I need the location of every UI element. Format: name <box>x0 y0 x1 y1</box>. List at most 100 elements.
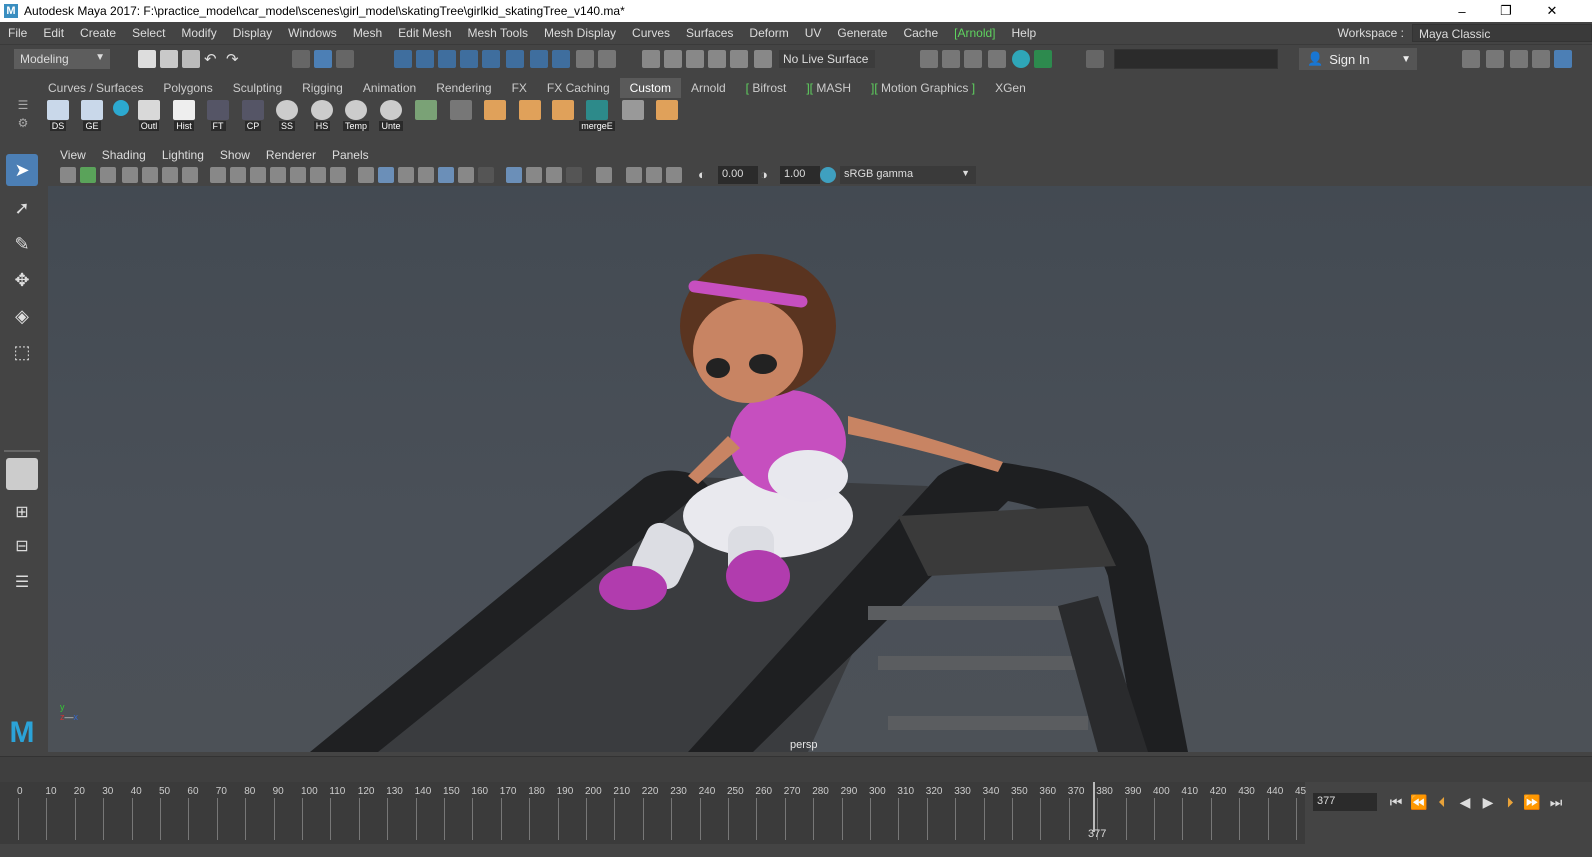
play-forwards-icon[interactable]: ▶ <box>1478 792 1498 812</box>
field-chart-icon[interactable] <box>290 167 306 183</box>
construction-history-icon[interactable] <box>642 50 660 68</box>
rotate-tool-icon[interactable]: ◈ <box>6 300 38 332</box>
playhead[interactable] <box>1093 782 1095 832</box>
resolution-gate-icon[interactable] <box>250 167 266 183</box>
restore-button[interactable]: ❐ <box>1484 0 1528 22</box>
current-frame-field[interactable]: 377 <box>1313 793 1377 811</box>
tab-polygons[interactable]: Polygons <box>153 78 222 98</box>
xray-components-icon[interactable] <box>546 167 562 183</box>
step-forward-key-icon[interactable]: ⏩ <box>1522 792 1542 812</box>
menu-help[interactable]: Help <box>1004 26 1045 40</box>
shadows-icon[interactable] <box>458 167 474 183</box>
step-back-key-icon[interactable]: ⏪ <box>1409 792 1429 812</box>
select-hierarchy-icon[interactable] <box>292 50 310 68</box>
menu-select[interactable]: Select <box>124 26 173 40</box>
shelf-button-outliner[interactable]: Outl <box>134 100 164 132</box>
snap-curve-icon[interactable] <box>416 50 434 68</box>
exposure-icon[interactable]: ◐ <box>698 167 714 183</box>
gear-icon[interactable]: ⚙ <box>10 114 36 132</box>
snap-surface-icon[interactable] <box>482 50 500 68</box>
menu-mesh-tools[interactable]: Mesh Tools <box>460 26 536 40</box>
menu-display[interactable]: Display <box>225 26 280 40</box>
time-range-bar[interactable] <box>0 756 1592 782</box>
panel-menu-shading[interactable]: Shading <box>94 148 154 162</box>
grid-icon[interactable] <box>210 167 226 183</box>
play-backwards-icon[interactable]: ◀ <box>1455 792 1475 812</box>
lights-icon[interactable] <box>438 167 454 183</box>
close-button[interactable]: ✕ <box>1530 0 1574 22</box>
shelf-button-transform[interactable] <box>446 100 476 132</box>
wireframe-icon[interactable] <box>358 167 374 183</box>
menu-windows[interactable]: Windows <box>280 26 345 40</box>
select-lock-icon[interactable] <box>598 50 616 68</box>
panel-menu-renderer[interactable]: Renderer <box>258 148 324 162</box>
menu-file[interactable]: File <box>0 26 35 40</box>
tab-fx[interactable]: FX <box>502 78 537 98</box>
camera-icon[interactable] <box>60 167 76 183</box>
single-perspective-view-icon[interactable] <box>6 458 38 490</box>
help-icon[interactable] <box>552 50 570 68</box>
brush-icon[interactable] <box>182 167 198 183</box>
ipr-render-icon[interactable] <box>964 50 982 68</box>
symmetry-icon[interactable] <box>664 50 682 68</box>
shelf-button-untemplate[interactable]: Unte <box>376 100 406 132</box>
shelf-button-hand-b[interactable] <box>515 100 545 132</box>
shelf-button-hide-selection[interactable]: HS <box>307 100 337 132</box>
render-settings-icon[interactable] <box>988 50 1006 68</box>
menu-curves[interactable]: Curves <box>624 26 678 40</box>
menu-modify[interactable]: Modify <box>173 26 224 40</box>
save-scene-icon[interactable] <box>182 50 200 68</box>
lasso-tool-icon[interactable]: ➚ <box>6 192 38 224</box>
snap-view-plane-icon[interactable] <box>460 50 478 68</box>
sign-in-button[interactable]: 👤 Sign In ▼ <box>1299 48 1417 70</box>
go-to-end-icon[interactable]: ⏭ <box>1546 792 1566 812</box>
new-scene-icon[interactable] <box>138 50 156 68</box>
depth-of-field-icon[interactable] <box>646 167 662 183</box>
xray-joints-icon[interactable] <box>526 167 542 183</box>
select-tool-icon[interactable]: ➤ <box>6 154 38 186</box>
isolate-select-icon[interactable] <box>596 167 612 183</box>
shelf-button-freeze-transform[interactable]: FT <box>203 100 233 132</box>
persp-outliner-layout-icon[interactable]: ⊟ <box>6 530 38 562</box>
tab-curves-surfaces[interactable]: Curves / Surfaces <box>38 78 153 98</box>
multisample-icon[interactable] <box>626 167 642 183</box>
bookmark-icon[interactable] <box>100 167 116 183</box>
step-forward-frame-icon[interactable]: ⏵ <box>1500 792 1520 812</box>
menu-set-select[interactable]: Modeling ▼ <box>14 49 110 69</box>
select-component-icon[interactable] <box>336 50 354 68</box>
menu-deform[interactable]: Deform <box>741 26 796 40</box>
shelf-button-hand-c[interactable] <box>548 100 578 132</box>
panel-menu-view[interactable]: View <box>52 148 94 162</box>
xray-icon[interactable] <box>506 167 522 183</box>
tool-settings-icon[interactable] <box>1532 50 1550 68</box>
lock-icon[interactable] <box>576 50 594 68</box>
panel-menu-lighting[interactable]: Lighting <box>154 148 212 162</box>
attribute-editor-icon[interactable] <box>1510 50 1528 68</box>
menu-mesh-display[interactable]: Mesh Display <box>536 26 624 40</box>
snap-live-icon[interactable] <box>506 50 524 68</box>
shelf-button-tool-a[interactable] <box>618 100 648 132</box>
redo-icon[interactable]: ↷ <box>226 50 244 68</box>
shelf-button-hand-a[interactable] <box>480 100 510 132</box>
tab-fx-caching[interactable]: FX Caching <box>537 78 620 98</box>
tab-sculpting[interactable]: Sculpting <box>223 78 292 98</box>
menu-arnold[interactable]: [Arnold] <box>946 26 1003 40</box>
menu-surfaces[interactable]: Surfaces <box>678 26 741 40</box>
tab-animation[interactable]: Animation <box>353 78 426 98</box>
render-view-icon[interactable] <box>920 50 938 68</box>
magnet-icon[interactable] <box>730 50 748 68</box>
safe-action-icon[interactable] <box>310 167 326 183</box>
perspective-viewport[interactable]: y z—x <box>48 186 1592 752</box>
menu-edit-mesh[interactable]: Edit Mesh <box>390 26 459 40</box>
default-material-icon[interactable] <box>398 167 414 183</box>
shelf-button-ge[interactable]: GE <box>77 100 107 132</box>
menu-cache[interactable]: Cache <box>895 26 946 40</box>
camera-attributes-icon[interactable] <box>80 167 96 183</box>
motion-blur-icon[interactable] <box>566 167 582 183</box>
gamma-field[interactable]: 1.00 <box>780 166 820 184</box>
shelf-button-history[interactable]: Hist <box>169 100 199 132</box>
workspace-select[interactable]: Maya Classic <box>1412 23 1592 42</box>
view-transform-select[interactable]: sRGB gamma ▼ <box>840 166 976 184</box>
safe-title-icon[interactable] <box>330 167 346 183</box>
two-d-pan-icon[interactable] <box>142 167 158 183</box>
